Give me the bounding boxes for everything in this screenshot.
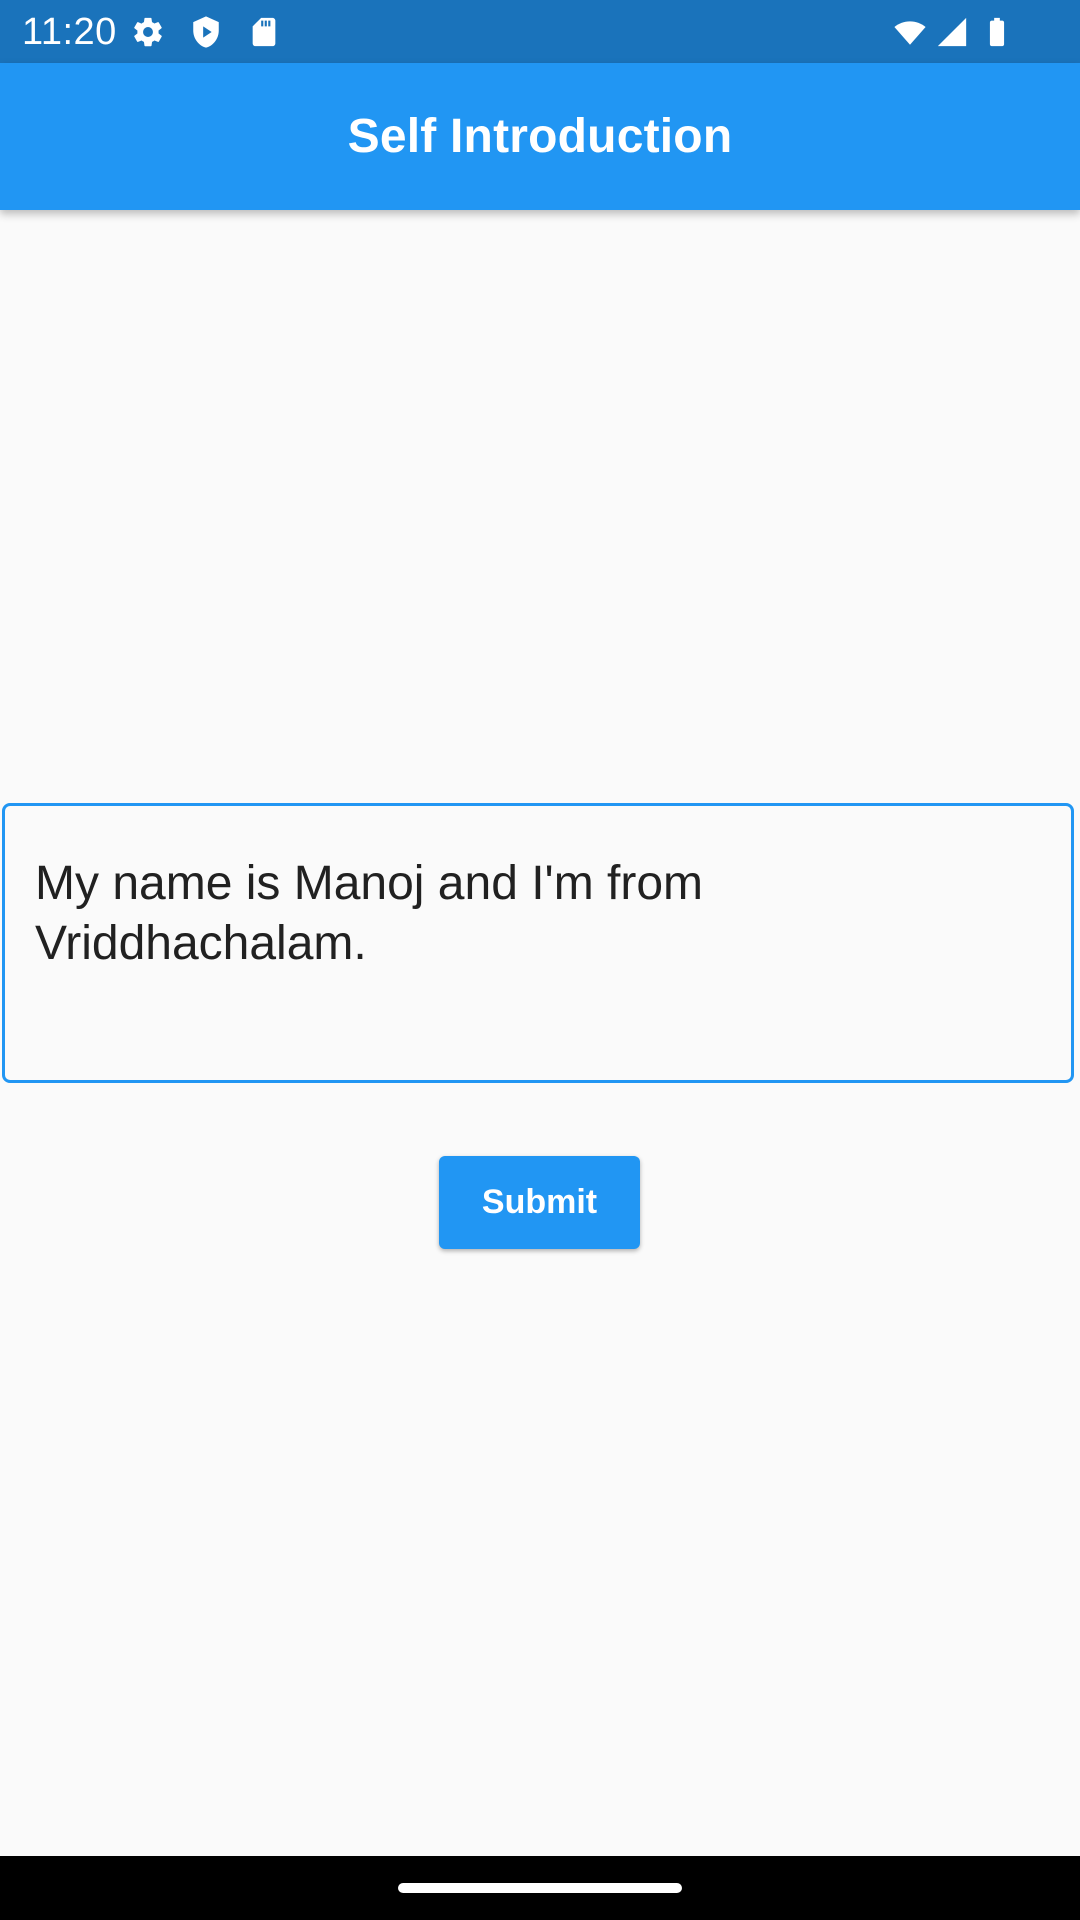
battery-icon (980, 15, 1014, 49)
introduction-text-value[interactable]: My name is Manoj and I'm from Vriddhacha… (35, 854, 1035, 974)
introduction-text-field[interactable]: My name is Manoj and I'm from Vriddhacha… (2, 803, 1074, 1083)
shield-play-icon (189, 15, 223, 49)
wifi-icon (890, 15, 930, 49)
sd-card-icon (247, 15, 281, 49)
navigation-bar (0, 1856, 1080, 1920)
gear-icon (131, 15, 165, 49)
status-time: 11:20 (22, 11, 117, 53)
home-gesture-handle[interactable] (398, 1883, 682, 1893)
screen: 11:20 Self Introduction My name is Manoj… (0, 0, 1080, 1920)
cell-signal-icon (935, 15, 969, 49)
status-bar: 11:20 (0, 0, 1080, 63)
submit-button[interactable]: Submit (439, 1156, 640, 1249)
app-bar: Self Introduction (0, 63, 1080, 210)
page-title: Self Introduction (347, 110, 733, 163)
